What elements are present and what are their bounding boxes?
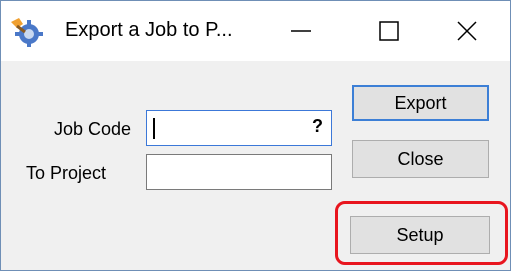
close-icon [457,21,477,41]
minimize-button[interactable] [267,1,335,61]
export-job-dialog: Export a Job to P... Job Code ? To Proje… [0,0,511,271]
text-caret [153,118,155,139]
lookup-button[interactable]: ? [312,116,323,137]
to-project-input[interactable] [147,155,331,189]
close-window-button[interactable] [433,1,501,61]
job-code-field[interactable]: ? [146,110,332,146]
setup-highlight-annotation [335,201,508,265]
window-title: Export a Job to P... [65,19,233,41]
close-button[interactable]: Close [352,140,489,178]
job-code-input[interactable] [147,111,331,145]
maximize-icon [379,21,399,41]
to-project-field[interactable] [146,154,332,190]
minimize-icon [291,30,311,32]
export-button[interactable]: Export [352,85,489,121]
wrench-gear-icon [11,18,43,47]
job-code-label: Job Code [54,119,132,139]
maximize-button[interactable] [355,1,423,61]
to-project-label: To Project [26,163,107,183]
title-bar[interactable]: Export a Job to P... [1,1,510,61]
